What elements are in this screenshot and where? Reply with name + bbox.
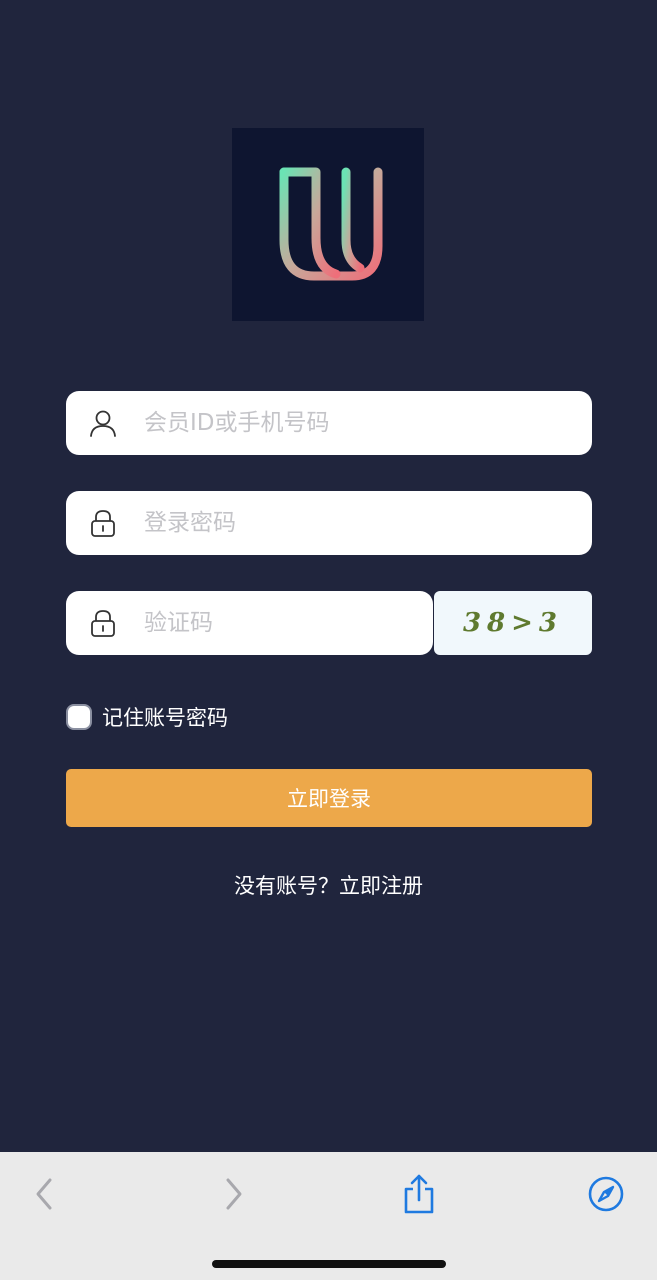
compass-icon <box>588 1176 624 1212</box>
forward-icon <box>226 1178 242 1210</box>
member-id-field <box>66 391 592 455</box>
back-icon <box>36 1178 52 1210</box>
share-icon <box>404 1174 434 1214</box>
login-button[interactable]: 立即登录 <box>66 769 592 827</box>
remember-checkbox[interactable] <box>66 704 92 730</box>
forward-button[interactable] <box>210 1170 258 1218</box>
home-indicator[interactable] <box>212 1260 446 1268</box>
register-prompt-text: 没有账号？ <box>234 874 339 898</box>
captcha-image[interactable]: 38>3 <box>434 591 592 655</box>
user-icon <box>88 408 118 438</box>
captcha-input[interactable] <box>144 591 414 655</box>
register-link[interactable]: 立即注册 <box>339 874 423 898</box>
lock-icon <box>88 508 118 538</box>
member-id-input[interactable] <box>144 391 564 455</box>
remember-row[interactable]: 记住账号密码 <box>66 701 228 733</box>
captcha-field <box>66 591 433 655</box>
password-input[interactable] <box>144 491 564 555</box>
app-logo <box>232 128 424 321</box>
remember-label: 记住账号密码 <box>102 706 228 730</box>
password-field <box>66 491 592 555</box>
safari-button[interactable] <box>582 1170 630 1218</box>
logo-u-icon <box>279 167 383 281</box>
register-prompt: 没有账号？立即注册 <box>0 870 657 900</box>
lock-icon <box>88 608 118 638</box>
share-button[interactable] <box>395 1170 443 1218</box>
back-button[interactable] <box>20 1170 68 1218</box>
login-screen: 38>3 记住账号密码 立即登录 没有账号？立即注册 <box>0 0 657 1152</box>
